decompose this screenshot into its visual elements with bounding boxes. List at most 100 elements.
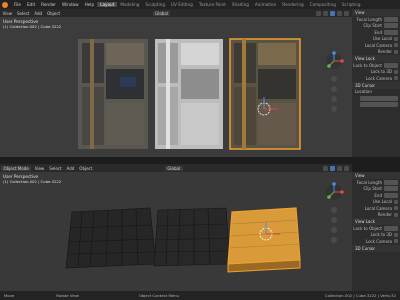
render-region-label: Render: [377, 49, 392, 55]
top-viewport-scene: [78, 38, 344, 150]
top-view-lock-section[interactable]: View Lock: [352, 55, 400, 62]
clip-end-field[interactable]: [384, 29, 398, 35]
lock-camera-checkbox[interactable]: [394, 239, 398, 244]
use-local-checkbox[interactable]: [394, 36, 398, 41]
selected-box-object: [227, 207, 301, 273]
top-menu-bar: File Edit Render Window Help Layout Mode…: [0, 0, 400, 9]
status-scene-stats: Collection.002 | Cube.3222 | Verts:32: [324, 293, 396, 298]
tab-shading[interactable]: Shading: [229, 2, 252, 7]
lock-camera-label: Lock Camera: [365, 238, 392, 244]
tab-rendering[interactable]: Rendering: [279, 2, 306, 7]
clip-start-label: Clip Start: [363, 186, 382, 192]
bottom-viewport-scene: [65, 182, 344, 273]
render-region-label: Render: [377, 212, 392, 218]
navigation-gizmo[interactable]: [326, 182, 344, 200]
top-add-menu[interactable]: Add: [32, 11, 45, 16]
bottom-3d-cursor-section[interactable]: 3D Cursor: [352, 244, 400, 252]
blender-logo-icon[interactable]: [2, 1, 8, 8]
top-n-sidebar: View Focal Length Clip Start End Use Loc…: [352, 9, 400, 157]
tab-animation[interactable]: Animation: [252, 2, 279, 7]
bottom-3d-viewport[interactable]: User Perspective (1) Collection.002 | Cu…: [0, 172, 352, 291]
local-camera-checkbox[interactable]: [394, 43, 398, 48]
location-y-field[interactable]: [360, 102, 398, 108]
use-local-checkbox[interactable]: [394, 199, 398, 204]
top-view-menu[interactable]: View: [0, 11, 15, 16]
solid-shading-icon[interactable]: [337, 165, 342, 171]
bottom-add-menu[interactable]: Add: [64, 166, 77, 171]
wireframe-panel-2: [153, 207, 231, 267]
clip-end-field[interactable]: [384, 192, 398, 198]
menu-render[interactable]: Render: [38, 2, 59, 7]
navigation-gizmo[interactable]: [326, 51, 344, 69]
focal-length-label: Focal Length: [356, 179, 382, 185]
use-local-label: Use Local: [372, 199, 392, 205]
area-divider[interactable]: [0, 157, 400, 164]
lock-camera-label: Lock Camera: [365, 75, 392, 81]
menu-help[interactable]: Help: [82, 2, 98, 7]
bottom-select-menu[interactable]: Select: [47, 166, 64, 171]
wireframe-panel-1: [65, 207, 157, 269]
focal-length-field[interactable]: [384, 179, 398, 185]
top-orientation-dropdown[interactable]: Global: [152, 10, 171, 16]
tab-texture-paint[interactable]: Texture Paint: [196, 2, 229, 7]
clip-end-label: End: [374, 192, 382, 198]
lock-to-object-label: Lock to Object: [353, 225, 382, 231]
location-x-field[interactable]: [360, 95, 398, 101]
lock-to-object-field[interactable]: [384, 225, 398, 231]
clip-start-field[interactable]: [384, 23, 398, 29]
viewport-nav-buttons[interactable]: [331, 76, 337, 112]
overlay-icon[interactable]: [323, 165, 328, 171]
menu-file[interactable]: File: [11, 2, 24, 7]
top-view-section[interactable]: View: [352, 9, 400, 16]
focal-length-field[interactable]: [384, 16, 398, 22]
status-context-hint: Object Context Menu: [138, 293, 179, 298]
lock-to-object-label: Lock to Object: [353, 62, 382, 68]
bottom-n-sidebar: View Focal Length Clip Start End Use Loc…: [352, 172, 400, 291]
bottom-orientation-dropdown[interactable]: Global: [164, 165, 183, 171]
tab-modeling[interactable]: Modeling: [117, 2, 142, 7]
tab-uv-editing[interactable]: UV Editing: [168, 2, 196, 7]
lock-to-3d-label: Lock to 3D: [370, 69, 392, 75]
top-viewport-header: View Select Add Object Global: [0, 9, 352, 17]
local-camera-checkbox[interactable]: [394, 206, 398, 211]
rendered-shading-icon[interactable]: [344, 10, 349, 16]
clip-start-field[interactable]: [384, 186, 398, 192]
tab-compositing[interactable]: Compositing: [307, 2, 339, 7]
bottom-viewport-header: Object Mode View Select Add Object Globa…: [0, 164, 352, 172]
render-region-checkbox[interactable]: [394, 49, 398, 54]
status-bar: Move Rotate View Object Context Menu Col…: [0, 291, 400, 300]
menu-window[interactable]: Window: [59, 2, 82, 7]
bottom-view-menu[interactable]: View: [32, 166, 47, 171]
xray-icon[interactable]: [323, 10, 328, 16]
top-3d-cursor-section[interactable]: 3D Cursor: [352, 81, 400, 89]
menu-edit[interactable]: Edit: [24, 2, 38, 7]
lock-to-object-field[interactable]: [384, 62, 398, 68]
material-shading-icon[interactable]: [337, 10, 342, 16]
tab-sculpting[interactable]: Sculpting: [142, 2, 168, 7]
status-rotate-hint: Rotate View: [56, 293, 79, 298]
bottom-object-menu[interactable]: Object: [77, 166, 95, 171]
status-move-hint: Move: [4, 293, 15, 298]
lock-camera-checkbox[interactable]: [394, 76, 398, 81]
render-region-checkbox[interactable]: [394, 212, 398, 217]
lock-to-3d-checkbox[interactable]: [394, 232, 398, 237]
bottom-view-section[interactable]: View: [352, 172, 400, 179]
wireframe-shading-icon[interactable]: [330, 165, 335, 171]
use-local-label: Use Local: [372, 36, 392, 42]
lock-to-3d-checkbox[interactable]: [394, 69, 398, 74]
top-object-menu[interactable]: Object: [45, 11, 63, 16]
clip-start-label: Clip Start: [363, 23, 382, 29]
bottom-mode-dropdown[interactable]: Object Mode: [1, 165, 32, 171]
tab-scripting[interactable]: Scripting: [339, 2, 364, 7]
scifi-panel-textured: [78, 39, 148, 149]
location-label: Location: [355, 89, 372, 95]
material-shading-icon[interactable]: [344, 165, 349, 171]
top-select-menu[interactable]: Select: [15, 11, 32, 16]
viewport-nav-buttons[interactable]: [331, 207, 337, 243]
scifi-panel-selected: [229, 38, 301, 150]
overlay-icon[interactable]: [316, 10, 321, 16]
bottom-view-lock-section[interactable]: View Lock: [352, 218, 400, 225]
tab-layout[interactable]: Layout: [97, 2, 118, 7]
top-3d-viewport[interactable]: User Perspective (1) Collection.002 | Cu…: [0, 17, 352, 157]
solid-shading-icon[interactable]: [330, 10, 335, 16]
